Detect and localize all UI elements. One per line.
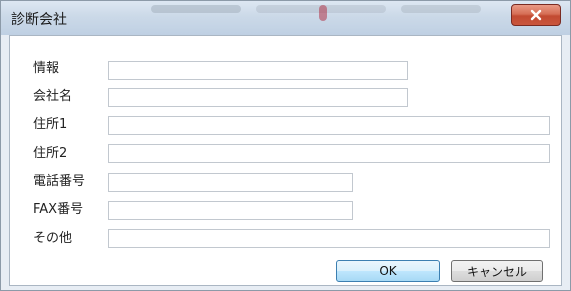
cancel-button[interactable]: キャンセル (451, 260, 543, 282)
field-label-info: 情報 (33, 61, 60, 76)
field-label-fax: FAX番号 (33, 202, 84, 217)
info-field[interactable] (108, 61, 408, 80)
address1-field[interactable] (108, 116, 550, 135)
field-label-address2: 住所2 (33, 146, 68, 161)
window-title: 診断会社 (11, 12, 67, 28)
background-blur (151, 5, 241, 13)
ok-button[interactable]: OK (336, 260, 440, 282)
field-label-phone: 電話番号 (33, 174, 86, 189)
field-label-address1: 住所1 (33, 117, 68, 132)
other-field[interactable] (108, 229, 550, 248)
background-blur (401, 5, 481, 13)
background-blur (319, 5, 327, 21)
close-button[interactable] (511, 4, 561, 26)
company-name-field[interactable] (108, 88, 408, 107)
field-label-company: 会社名 (33, 89, 73, 104)
fax-number-field[interactable] (108, 201, 353, 220)
close-icon (530, 9, 542, 21)
dialog-window: 診断会社 情報 会社名 住所1 住所2 電話番号 FAX番号 その他 OK キャ… (0, 0, 571, 291)
form-panel: 情報 会社名 住所1 住所2 電話番号 FAX番号 その他 OK キャンセル (9, 35, 562, 286)
address2-field[interactable] (108, 144, 550, 163)
phone-number-field[interactable] (108, 173, 353, 192)
field-label-other: その他 (33, 231, 73, 246)
title-bar[interactable]: 診断会社 (1, 1, 570, 35)
